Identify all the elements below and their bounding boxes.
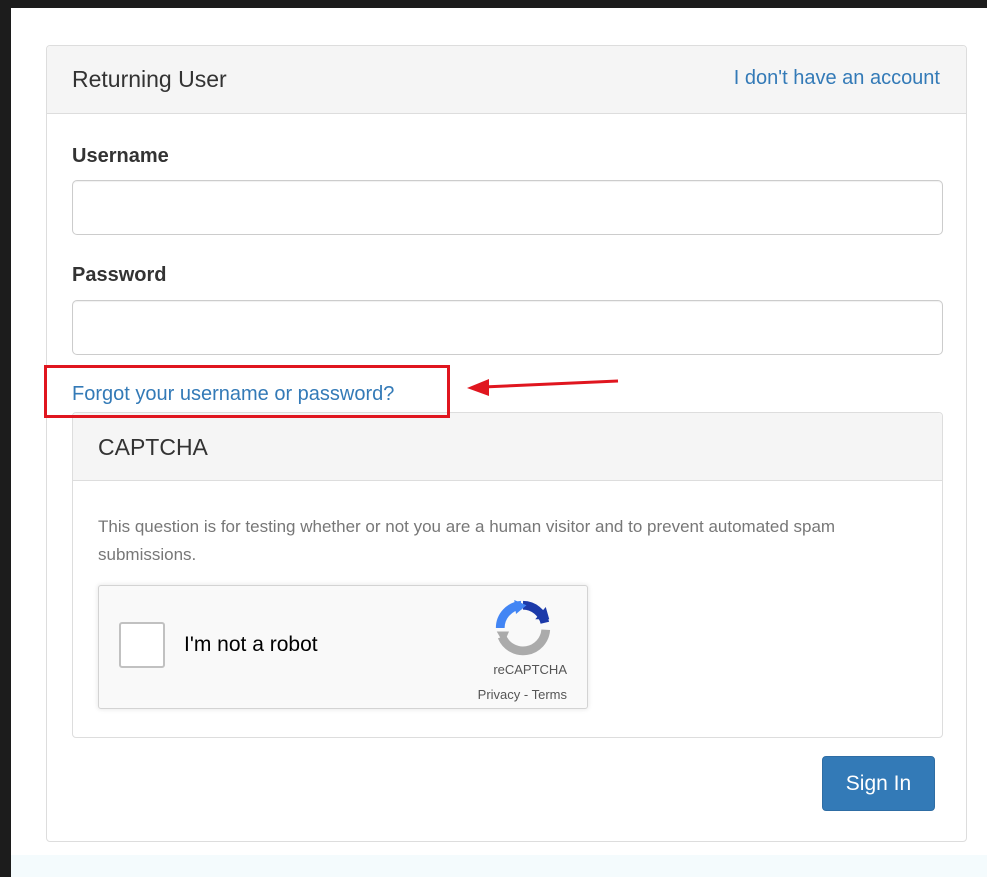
password-label: Password	[72, 264, 167, 286]
recaptcha-widget: I'm not a robot reCAPTCHA Privacy - Term…	[98, 585, 588, 709]
recaptcha-checkbox[interactable]	[119, 622, 165, 668]
panel-title: Returning User	[72, 66, 227, 92]
login-panel: Returning User I don't have an account U…	[44, 45, 967, 842]
recaptcha-links: Privacy - Terms	[478, 687, 567, 702]
terms-link[interactable]: Terms	[532, 687, 567, 702]
links-separator: -	[520, 687, 532, 702]
username-input[interactable]	[72, 180, 943, 235]
privacy-link[interactable]: Privacy	[478, 687, 521, 702]
password-input[interactable]	[72, 300, 943, 355]
captcha-heading: CAPTCHA	[73, 413, 942, 481]
login-panel-heading: Returning User I don't have an account	[47, 46, 966, 114]
recaptcha-brand: reCAPTCHA	[493, 662, 567, 677]
recaptcha-logo-icon	[495, 600, 551, 656]
sign-in-button[interactable]: Sign In	[822, 756, 935, 811]
red-arrow-left-icon	[467, 379, 619, 396]
bottom-strip	[11, 855, 987, 877]
forgot-credentials-link[interactable]: Forgot your username or password?	[72, 383, 394, 406]
captcha-description: This question is for testing whether or …	[98, 517, 836, 564]
captcha-panel: CAPTCHA This question is for testing whe…	[72, 412, 943, 738]
recaptcha-label: I'm not a robot	[184, 633, 318, 656]
captcha-title: CAPTCHA	[98, 434, 208, 460]
no-account-link[interactable]: I don't have an account	[734, 67, 940, 90]
username-label: Username	[72, 145, 169, 167]
page: Returning User I don't have an account U…	[11, 8, 987, 877]
